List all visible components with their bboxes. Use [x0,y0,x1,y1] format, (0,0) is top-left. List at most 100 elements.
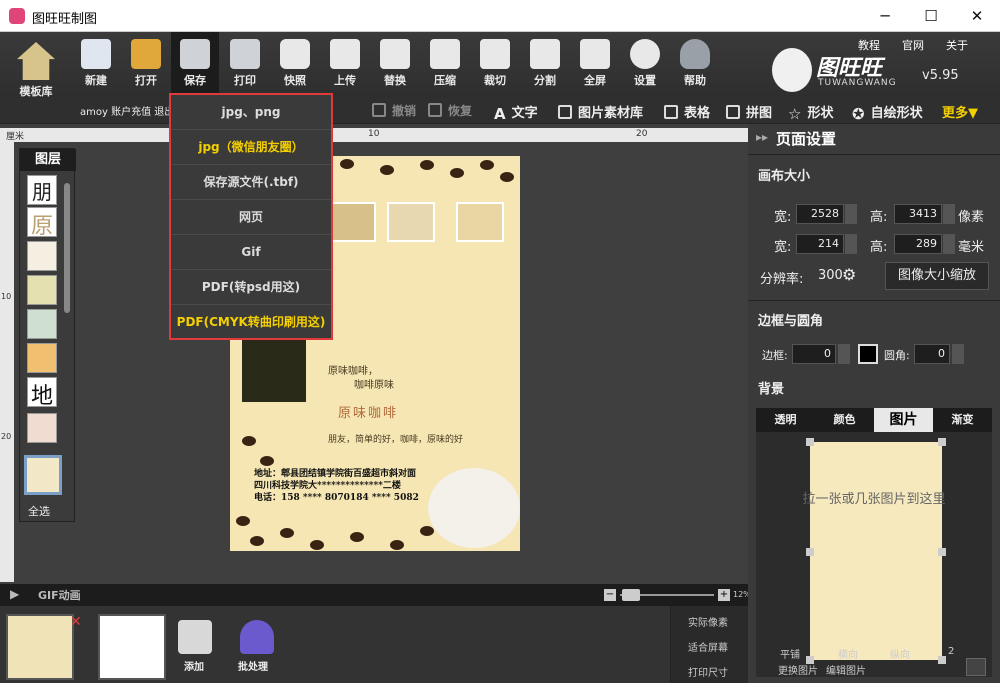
fullscreen-button[interactable]: 全屏 [571,32,619,98]
layer-item[interactable]: 地 [27,377,57,409]
redo-button[interactable]: 恢复 [428,102,472,120]
print-size-button[interactable]: 打印尺寸 [688,664,728,679]
replace-button[interactable]: 替换 [371,32,419,98]
shape-button[interactable]: ☆ 形状 [788,102,833,123]
resize-handle[interactable] [938,656,946,664]
image-icon [558,105,572,119]
height-mm-spinner[interactable] [943,234,955,254]
resize-handle[interactable] [938,438,946,446]
split-crop-icon [530,39,560,69]
save-pdf-cmyk-item[interactable]: PDF(CMYK转曲印刷用这) [171,305,331,340]
template-library-button[interactable]: 模板库 [10,32,62,98]
redo-icon [428,103,442,117]
compress-arrows-icon [430,39,460,69]
tab-gradient[interactable]: 渐变 [933,408,992,432]
zoom-slider[interactable]: − + 12% [604,589,751,601]
save-gif-item[interactable]: Gif [171,235,331,270]
text-button[interactable]: A 文字 [494,102,538,123]
gif-label[interactable]: GIF动画 [38,587,81,603]
border-spinner[interactable] [838,344,850,364]
zoom-thumb[interactable] [622,589,640,601]
actual-pixels-button[interactable]: 实际像素 [688,614,728,629]
save-webpage-item[interactable]: 网页 [171,200,331,235]
maximize-button[interactable]: ☐ [908,0,954,32]
width-mm-input[interactable]: 214 [796,234,844,254]
save-jpg-wechat-item[interactable]: jpg（微信朋友圈） [171,130,331,165]
star-icon: ☆ [788,105,802,123]
chevron-down-icon[interactable] [966,658,986,676]
radius-input[interactable]: 0 [914,344,950,364]
radius-spinner[interactable] [952,344,964,364]
resize-handle[interactable] [806,548,814,556]
page-thumb[interactable] [98,614,166,680]
tab-color[interactable]: 颜色 [815,408,874,432]
tile-option[interactable]: 平铺 [780,646,800,661]
border-input[interactable]: 0 [792,344,836,364]
open-button[interactable]: 打开 [122,32,170,98]
layer-item[interactable] [27,241,57,271]
undo-button[interactable]: 撤销 [372,102,416,120]
compress-button[interactable]: 压缩 [421,32,469,98]
save-pdf-psd-item[interactable]: PDF(转psd用这) [171,270,331,305]
dpi-gear-icon[interactable]: ⚙ [842,265,856,284]
edit-image-button[interactable]: 编辑图片 [826,662,866,677]
layer-item[interactable] [27,309,57,339]
save-jpg-png-item[interactable]: jpg、png [171,95,331,130]
custom-shape-button[interactable]: ✪ 自绘形状 [852,102,923,123]
batch-process-icon[interactable] [240,620,274,654]
tab-transparent[interactable]: 透明 [756,408,815,432]
close-button[interactable]: ✕ [954,0,1000,32]
width-mm-spinner[interactable] [845,234,857,254]
width-px-spinner[interactable] [845,204,857,224]
collage-button[interactable]: 拼图 [726,102,772,121]
add-page-icon[interactable] [178,620,212,654]
table-button[interactable]: 表格 [664,102,710,121]
fit-screen-button[interactable]: 适合屏幕 [688,639,728,654]
crop-button[interactable]: 裁切 [471,32,519,98]
more-button[interactable]: 更多▼ [942,102,978,121]
save-button[interactable]: 保存 [171,32,219,98]
image-library-button[interactable]: 图片素材库 [558,102,643,121]
minimize-button[interactable]: ─ [862,0,908,32]
page-thumb[interactable] [6,614,74,680]
new-button[interactable]: 新建 [72,32,120,98]
upload-button[interactable]: 上传 [321,32,369,98]
split-button[interactable]: 分割 [521,32,569,98]
print-button[interactable]: 打印 [221,32,269,98]
play-icon[interactable]: ▶ [10,587,19,601]
zoom-in-button[interactable]: + [718,589,730,601]
snapshot-button[interactable]: 快照 [271,32,319,98]
height-px-input[interactable]: 3413 [894,204,942,224]
height-px-spinner[interactable] [943,204,955,224]
batch-process-label[interactable]: 批处理 [238,658,268,673]
help-button[interactable]: 帮助 [671,32,719,98]
add-page-label[interactable]: 添加 [184,658,204,673]
poster-title: 原味咖啡 [338,406,399,421]
save-source-file-item[interactable]: 保存源文件(.tbf) [171,165,331,200]
background-image-dropzone[interactable]: 拉一张或几张图片到这里 平铺 横向 纵向 2 更换图片 编辑图片 [756,432,992,677]
layer-item[interactable]: 原 [27,207,57,239]
select-all-button[interactable]: 全选 [28,503,50,519]
border-color-swatch[interactable] [858,344,878,364]
resize-handle[interactable] [806,438,814,446]
upload-label: 上传 [334,74,356,87]
height-mm-input[interactable]: 289 [894,234,942,254]
layers-scrollbar[interactable] [64,183,70,313]
settings-button[interactable]: 设置 [621,32,669,98]
tab-image[interactable]: 图片 [874,408,933,432]
vgap-value[interactable]: 2 [948,646,954,657]
layer-item[interactable] [27,343,57,373]
height-label: 高: [870,240,888,255]
image-resize-button[interactable]: 图像大小缩放 [885,262,989,290]
zoom-out-button[interactable]: − [604,589,616,601]
background-image-preview[interactable] [810,442,942,660]
layer-item[interactable]: 朋 [27,175,57,205]
resize-handle[interactable] [938,548,946,556]
width-px-input[interactable]: 2528 [796,204,844,224]
account-links[interactable]: amoy 账户充值 退出 [80,103,174,118]
layer-item-selected[interactable] [24,455,62,495]
delete-page-icon[interactable]: ✕ [70,614,82,630]
layer-item[interactable] [27,413,57,443]
change-image-button[interactable]: 更换图片 [778,662,818,677]
layer-item[interactable] [27,275,57,305]
